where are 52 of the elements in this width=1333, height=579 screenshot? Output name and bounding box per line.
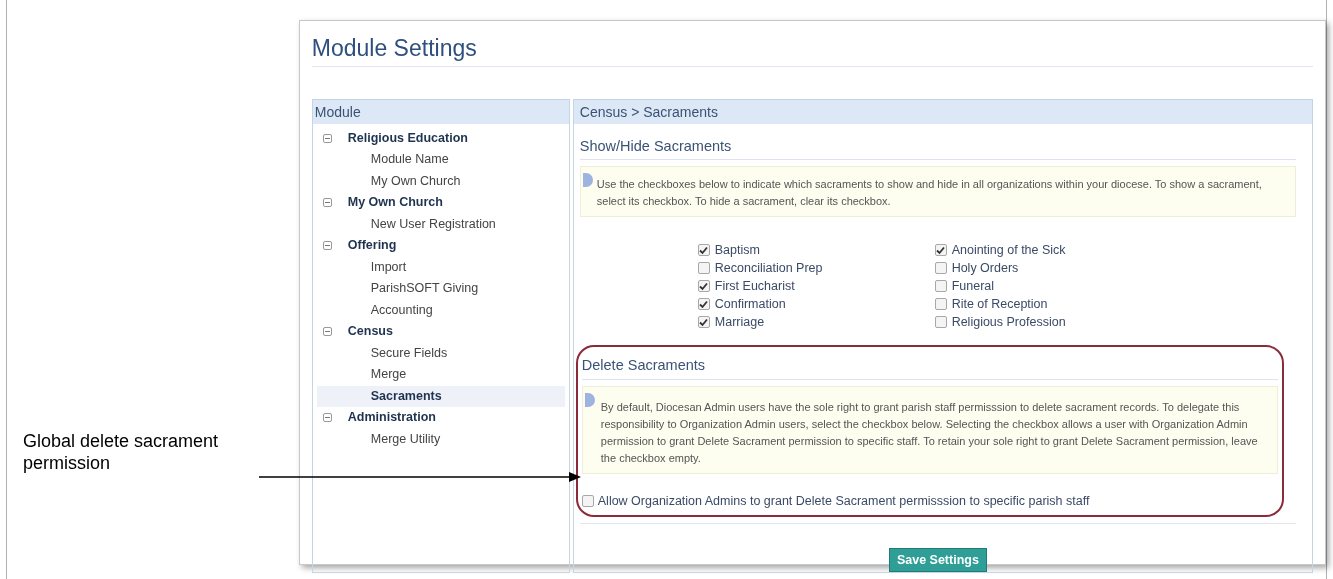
collapse-icon[interactable] bbox=[322, 133, 332, 143]
checkbox-label: Allow Organization Admins to grant Delete Sacrament permisssion to specific parish staff bbox=[597, 493, 1090, 510]
checkbox[interactable] bbox=[581, 495, 594, 508]
tree-item[interactable]: Merge Utility bbox=[316, 428, 565, 450]
collapse-icon[interactable] bbox=[322, 413, 332, 423]
checkbox[interactable] bbox=[934, 298, 947, 311]
tree-group[interactable]: Administration bbox=[347, 408, 436, 428]
tree-item[interactable]: Merge bbox=[316, 364, 565, 386]
tree-group[interactable]: My Own Church bbox=[347, 193, 443, 213]
checkbox-label: Confirmation bbox=[714, 295, 786, 313]
page-title: Module Settings bbox=[311, 21, 1313, 67]
tree-group[interactable]: Religious Education bbox=[347, 128, 468, 148]
tree-item[interactable]: Accounting bbox=[316, 299, 565, 321]
checkbox-label: Baptism bbox=[714, 241, 760, 259]
checkbox[interactable] bbox=[934, 262, 947, 275]
checkbox-label: Rite of Reception bbox=[951, 295, 1048, 313]
checkbox-label: Funeral bbox=[951, 277, 995, 295]
tree-group[interactable]: Offering bbox=[347, 236, 397, 256]
checkbox[interactable] bbox=[697, 244, 710, 257]
tree-item[interactable]: New User Registration bbox=[316, 213, 565, 235]
checkbox-label: Religious Profession bbox=[951, 313, 1066, 331]
tree-item[interactable]: Secure Fields bbox=[316, 342, 565, 364]
collapse-icon[interactable] bbox=[322, 198, 332, 208]
checkbox[interactable] bbox=[934, 280, 947, 293]
collapse-icon[interactable] bbox=[322, 241, 332, 251]
checkbox[interactable] bbox=[697, 280, 710, 293]
info-icon bbox=[582, 173, 593, 188]
tree-item[interactable]: Import bbox=[316, 256, 565, 278]
info-icon bbox=[584, 393, 595, 407]
panel-header: Module bbox=[312, 99, 569, 124]
checkbox[interactable] bbox=[697, 262, 710, 275]
tree-item[interactable]: Module Name bbox=[316, 149, 565, 171]
checkbox-label: Reconciliation Prep bbox=[714, 259, 823, 277]
checkbox-label: Marriage bbox=[714, 313, 765, 331]
checkbox[interactable] bbox=[697, 316, 710, 329]
tree-item[interactable]: ParishSOFT Giving bbox=[316, 278, 565, 300]
collapse-icon[interactable] bbox=[322, 327, 332, 337]
section-heading: Delete Sacraments bbox=[581, 355, 1278, 380]
checkbox[interactable] bbox=[934, 244, 947, 257]
checkbox-label: First Eucharist bbox=[714, 277, 795, 295]
callout-text: Global delete sacrament permission bbox=[23, 430, 220, 474]
tree-item[interactable]: Sacraments bbox=[316, 385, 565, 407]
checkbox[interactable] bbox=[934, 316, 947, 329]
tree-item[interactable]: My Own Church bbox=[316, 170, 565, 192]
tree-group[interactable]: Census bbox=[347, 322, 393, 342]
checkbox[interactable] bbox=[697, 298, 710, 311]
checkbox-label: Anointing of the Sick bbox=[951, 241, 1066, 259]
panel-header: Census > Sacraments bbox=[573, 99, 1312, 124]
info-text: By default, Diocesan Admin users have the sole right to grant parish staff permisssion to delete sacrament records. To delegate this responsibility to Organization Admin users, select the checkbox below. Selecting the checkbox allows a user with Organization Admin permission to grant Delete Sacrament permission to specific staff. To retain your sole right to grant Delete Sacrament permission, leave the checkbox empty. bbox=[599, 400, 1259, 466]
section-heading: Show/Hide Sacraments bbox=[579, 135, 1296, 161]
checkbox-label: Holy Orders bbox=[951, 259, 1019, 277]
info-text: Use the checkboxes below to indicate which sacraments to show and hide in all organizations within your diocese. To show a sacrament, select its checkbox. To hide a sacrament, clear its checkbox. bbox=[596, 177, 1263, 210]
